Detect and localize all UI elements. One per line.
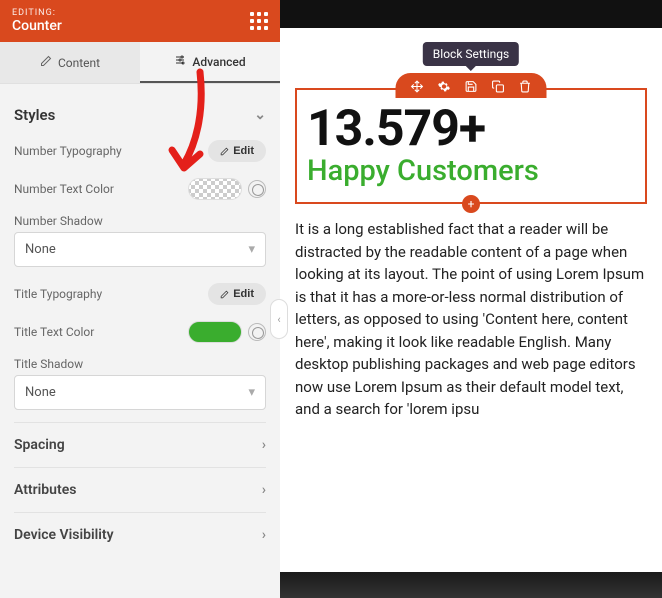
attributes-section[interactable]: Attributes › [14,467,266,512]
counter-block[interactable]: 13.579+ Happy Customers + [295,88,647,204]
styles-panel: Styles ⌄ Number Typography Edit Number T… [0,84,280,598]
sidebar: EDITING: Counter Content Advanced Style [0,0,280,598]
block-toolbar [396,73,547,98]
color-picker-icon[interactable] [248,180,266,198]
chevron-down-icon: ⌄ [254,107,266,123]
number-text-color-label: Number Text Color [14,182,114,196]
editing-label: EDITING: [12,8,62,18]
chevron-right-icon: › [262,482,266,498]
paragraph-text: It is a long established fact that a rea… [295,218,647,421]
counter-title: Happy Customers [307,154,635,188]
number-shadow-label: Number Shadow [14,208,266,232]
styles-section-header[interactable]: Styles ⌄ [14,98,266,132]
caret-down-icon: ▾ [248,385,255,400]
preview-canvas: ‹ Block Settings 13.579+ Happy Customers… [280,0,662,598]
caret-down-icon: ▾ [248,242,255,257]
editing-block-name: Counter [12,18,62,34]
block-settings-tooltip: Block Settings [423,42,519,66]
title-text-color-label: Title Text Color [14,325,94,339]
number-color-swatch[interactable] [188,178,242,200]
title-typography-label: Title Typography [14,287,102,301]
collapse-handle[interactable]: ‹ [270,299,288,339]
sliders-icon [174,54,186,69]
title-color-swatch[interactable] [188,321,242,343]
device-visibility-section[interactable]: Device Visibility › [14,512,266,557]
move-icon[interactable] [410,79,425,94]
sidebar-tabs: Content Advanced [0,42,280,84]
edit-title-typography-button[interactable]: Edit [208,283,266,305]
number-shadow-select[interactable]: None ▾ [14,232,266,267]
chevron-right-icon: › [262,527,266,543]
preview-top-bar [280,0,662,28]
save-icon[interactable] [464,79,479,94]
edit-number-typography-button[interactable]: Edit [208,140,266,162]
color-picker-icon[interactable] [248,323,266,341]
title-shadow-select[interactable]: None ▾ [14,375,266,410]
sidebar-header: EDITING: Counter [0,0,280,42]
tab-content[interactable]: Content [0,42,140,83]
drag-handle-icon[interactable] [250,12,268,30]
pencil-icon [40,55,52,70]
duplicate-icon[interactable] [491,79,506,94]
number-typography-label: Number Typography [14,144,122,158]
delete-icon[interactable] [518,79,533,94]
counter-number: 13.579+ [307,100,635,158]
spacing-section[interactable]: Spacing › [14,422,266,467]
settings-gear-icon[interactable] [437,79,452,94]
preview-bottom-bar [280,572,662,598]
chevron-right-icon: › [262,437,266,453]
add-block-icon[interactable]: + [464,197,478,211]
tab-advanced[interactable]: Advanced [140,42,280,83]
title-shadow-label: Title Shadow [14,351,266,375]
